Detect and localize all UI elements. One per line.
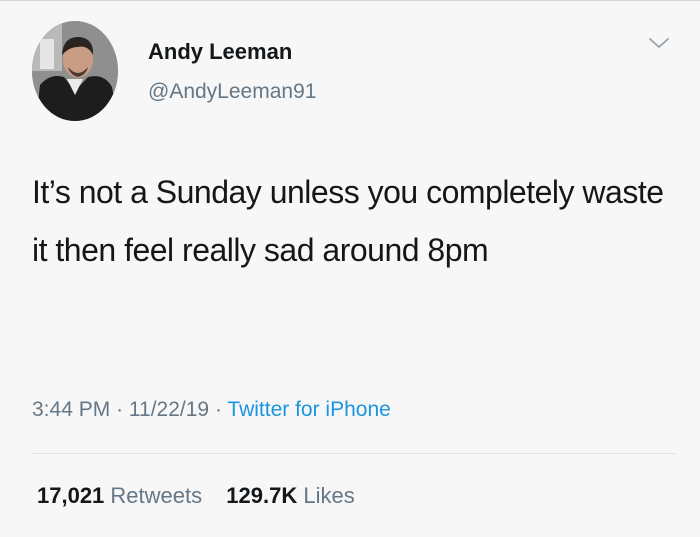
tweet-text: It’s not a Sunday unless you completely … (32, 174, 664, 268)
retweets-count: 17,021 (37, 483, 105, 508)
likes-label: Likes (303, 483, 355, 508)
retweets-label: Retweets (110, 483, 203, 508)
tweet-stats: 17,021 Retweets 129.7K Likes (37, 483, 373, 509)
tweet-source-link[interactable]: Twitter for iPhone (227, 398, 390, 421)
author-name[interactable]: Andy Leeman (148, 39, 292, 65)
likes-count: 129.7K (226, 483, 298, 508)
tweet-card: Andy Leeman @AndyLeeman91 It’s not a Sun… (0, 0, 700, 537)
retweets-stat[interactable]: 17,021 Retweets (37, 483, 202, 509)
meta-separator: · (214, 398, 222, 421)
divider (32, 453, 676, 454)
tweet-date[interactable]: 11/22/19 (129, 398, 209, 421)
tweet-time[interactable]: 3:44 PM (32, 398, 110, 421)
avatar[interactable] (32, 21, 118, 121)
author-handle[interactable]: @AndyLeeman91 (148, 80, 316, 104)
meta-separator: · (116, 398, 124, 421)
profile-photo (32, 21, 118, 121)
tweet-metadata: 3:44 PM · 11/22/19 · Twitter for iPhone (32, 398, 391, 422)
chevron-down-icon[interactable] (646, 33, 672, 53)
likes-stat[interactable]: 129.7K Likes (226, 483, 354, 509)
